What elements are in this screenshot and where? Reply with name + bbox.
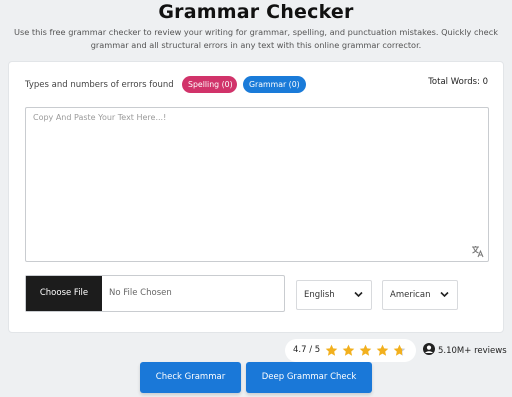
star-icon <box>376 344 389 356</box>
rating-score: 4.7 / 5 <box>293 345 321 355</box>
check-grammar-button[interactable]: Check Grammar <box>140 362 241 393</box>
star-icon <box>342 344 355 356</box>
total-words-count: Total Words: 0 <box>428 77 488 87</box>
file-status: No File Chosen <box>109 288 172 298</box>
checker-card: Types and numbers of errors found Spelli… <box>8 61 504 333</box>
language-select[interactable]: English <box>296 280 372 310</box>
errors-label: Types and numbers of errors found <box>25 80 174 90</box>
star-icon <box>325 344 338 356</box>
page-description: Use this free grammar checker to review … <box>14 27 498 50</box>
spelling-errors-badge[interactable]: Spelling (0) <box>182 76 237 93</box>
reviews-text: 5.10M+ reviews <box>438 346 507 356</box>
translate-icon[interactable] <box>470 244 484 258</box>
grammar-errors-badge[interactable]: Grammar (0) <box>243 76 306 93</box>
rating-badge: 4.7 / 5 <box>285 339 416 362</box>
deep-grammar-check-button[interactable]: Deep Grammar Check <box>246 362 372 393</box>
file-upload[interactable]: Choose File No File Chosen <box>25 275 285 312</box>
variant-select-value: American <box>390 290 431 300</box>
text-input-placeholder: Copy And Paste Your Text Here...! <box>33 113 167 122</box>
chevron-down-icon <box>354 291 363 298</box>
language-select-value: English <box>304 290 335 300</box>
text-input-area[interactable]: Copy And Paste Your Text Here...! <box>25 107 489 262</box>
variant-select[interactable]: American <box>382 280 458 310</box>
page-title: Grammar Checker <box>158 1 354 23</box>
user-icon <box>423 343 435 355</box>
reviews-count: 5.10M+ reviews <box>423 343 507 356</box>
chevron-down-icon <box>440 291 449 298</box>
choose-file-button[interactable]: Choose File <box>26 276 102 311</box>
star-icon <box>359 344 372 356</box>
star-icon <box>393 344 406 356</box>
